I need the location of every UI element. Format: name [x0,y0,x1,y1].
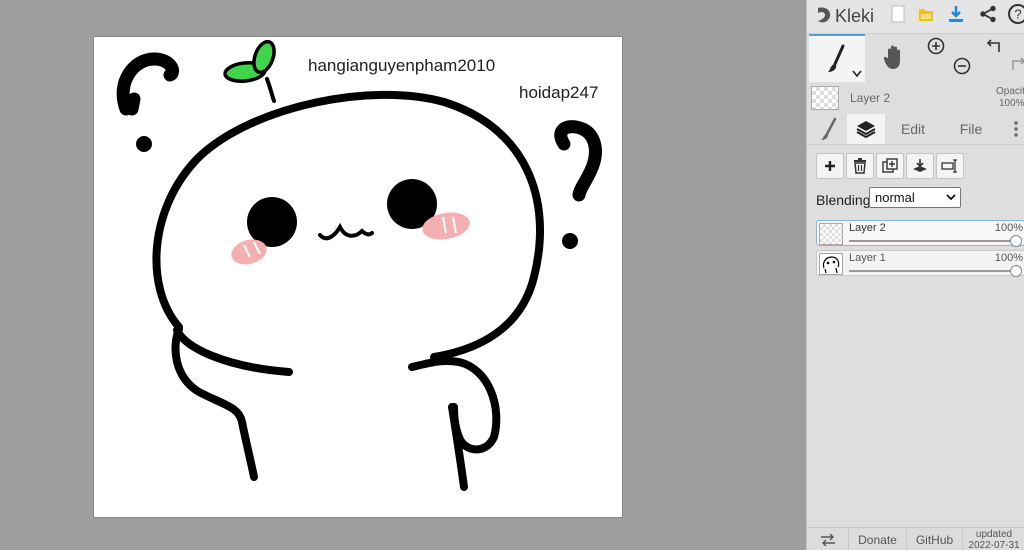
more-menu-button[interactable] [1007,114,1024,144]
download-icon [949,6,963,22]
trash-icon [854,158,866,174]
donate-link[interactable]: Donate [849,528,907,550]
brush-icon [821,117,837,140]
save-button[interactable] [913,0,939,28]
swap-arrows-icon [820,533,835,546]
tool-row [807,34,1024,82]
new-file-icon [891,5,905,23]
current-layer-info[interactable]: Layer 2 Opacit 100% [807,82,1024,114]
layers-pane: Blending normal Layer 2 100% Layer 1 100… [807,145,1024,525]
zoom-in-icon [927,37,945,55]
current-layer-thumbnail [811,86,839,110]
blending-value: normal [875,190,915,205]
side-panel: Kleki ? Layer 2 Opacit 100% Edit File Bl… [806,0,1024,550]
merge-down-icon [913,159,927,172]
app-logo[interactable]: Kleki [815,4,874,28]
updated-label: updated [975,528,1013,540]
panel-tabs: Edit File [807,114,1024,145]
plus-icon [825,161,835,171]
kleki-logo-icon [818,7,831,23]
delete-layer-button[interactable] [846,153,874,179]
redo-button[interactable] [1009,52,1024,76]
share-icon [980,5,996,23]
rename-layer-button[interactable] [936,153,964,179]
layer-opacity-slider[interactable] [849,235,1022,247]
undo-icon [987,39,1000,52]
svg-text:?: ? [1014,7,1021,22]
drawing-artwork [116,39,602,491]
brush-icon [828,44,845,72]
zoom-out-icon [953,57,971,75]
opacity-label: Opacit [996,86,1024,97]
duplicate-layer-button[interactable] [876,153,904,179]
blending-label: Blending [816,192,871,208]
layer-thumbnail [819,223,843,245]
layer-name: Layer 1 [849,252,886,264]
help-button[interactable]: ? [1005,0,1024,28]
layer-thumbnail [819,253,843,275]
redo-icon [1012,57,1024,70]
tab-edit[interactable]: Edit [889,114,937,144]
layer-row-layer-1[interactable]: Layer 1 100% [816,250,1024,277]
canvas-text-site: hoidap247 [519,83,599,102]
swap-sides-button[interactable] [807,528,849,550]
rename-icon [941,159,957,173]
canvas-text-username: hangianguyenpham2010 [308,56,496,75]
layer-opacity: 100% [994,222,1023,234]
updated-date: 2022-07-31 [968,539,1020,550]
merge-layer-button[interactable] [906,153,934,179]
canvas-workspace[interactable]: hangianguyenpham2010 hoidap247 [0,0,806,550]
chevron-down-icon[interactable] [852,70,862,78]
github-link[interactable]: GitHub [907,528,963,550]
slider-handle[interactable] [1010,265,1022,277]
layer-thumbnail-drawing [822,256,840,274]
slider-handle[interactable] [1010,235,1022,247]
drawing-canvas[interactable]: hangianguyenpham2010 hoidap247 [94,37,622,517]
hand-icon [883,45,900,69]
help-icon: ? [1008,4,1024,24]
blending-select[interactable]: normal [869,187,961,208]
top-bar: Kleki ? [807,0,1024,34]
download-button[interactable] [943,0,969,28]
layer-name: Layer 2 [849,222,886,234]
layer-row-layer-2[interactable]: Layer 2 100% [816,220,1024,247]
chevron-down-icon [946,194,956,201]
zoom-out-button[interactable] [951,54,973,78]
hand-tool-button[interactable] [869,34,919,80]
tab-file[interactable]: File [947,114,995,144]
duplicate-icon [882,158,898,173]
add-layer-button[interactable] [816,153,844,179]
more-vertical-icon [1014,121,1018,137]
app-name: Kleki [835,5,875,26]
tab-brush[interactable] [813,114,845,144]
tab-layers[interactable] [847,114,885,144]
layer-opacity-slider[interactable] [849,265,1022,277]
undo-button[interactable] [985,34,1007,58]
opacity-value: 100% [999,98,1024,109]
panel-footer: Donate GitHub updated 2022-07-31 [807,527,1024,550]
layer-opacity: 100% [994,252,1023,264]
brush-tool-button[interactable] [809,34,865,82]
new-file-button[interactable] [885,0,911,28]
updated-info[interactable]: updated 2022-07-31 [963,528,1024,550]
zoom-in-button[interactable] [925,34,947,58]
layers-icon [856,121,876,138]
current-layer-name: Layer 2 [850,91,891,105]
save-icon [919,9,933,21]
share-button[interactable] [975,0,1001,28]
